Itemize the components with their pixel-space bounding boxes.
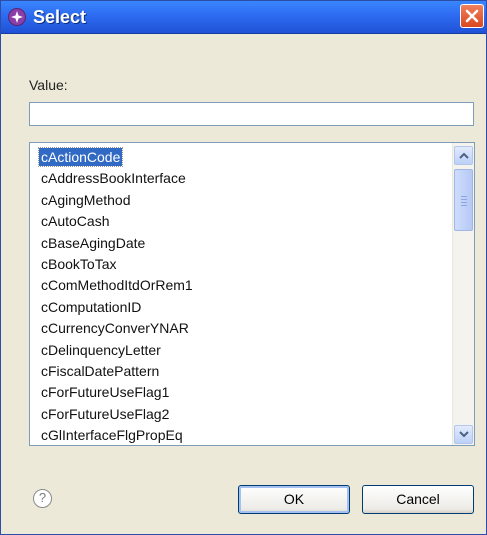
list-item[interactable]: cBaseAgingDate [30,233,453,254]
help-icon[interactable]: ? [33,489,52,508]
chevron-down-icon [459,431,469,438]
list-item-label: cComputationID [41,298,142,315]
list-item[interactable]: cAddressBookInterface [30,168,453,189]
list-item-label: cAutoCash [41,213,110,230]
close-button[interactable] [460,4,484,28]
list-item[interactable]: cForFutureUseFlag2 [30,404,453,425]
window-title: Select [33,7,87,27]
scroll-thumb[interactable] [454,169,473,231]
list-item-label: cAddressBookInterface [41,170,186,187]
list-item-label: cBaseAgingDate [41,234,146,251]
list-item[interactable]: cComMethodItdOrRem1 [30,275,453,296]
select-dialog: Select Value: cActionCode cAddressBookInt… [0,0,487,535]
list-item[interactable]: cForFutureUseFlag1 [30,382,453,403]
vertical-scrollbar[interactable] [452,143,474,445]
options-listbox[interactable]: cActionCode cAddressBookInterface cAgingMe… [29,142,475,446]
list-item-label: cFiscalDatePattern [41,362,160,379]
close-icon [465,9,479,23]
value-label: Value: [29,77,68,93]
scroll-down-button[interactable] [454,425,473,444]
ok-button[interactable]: OK [238,485,350,514]
chevron-up-icon [459,152,469,159]
list-item[interactable]: cBookToTax [30,254,453,275]
list-item[interactable]: cAutoCash [30,211,453,232]
value-input[interactable] [29,102,474,126]
list-item-label: cBookToTax [41,255,117,272]
app-icon [8,8,26,26]
list-item-label: cComMethodItdOrRem1 [41,277,193,294]
list-item[interactable]: cAgingMethod [30,190,453,211]
list-item[interactable]: cDelinquencyLetter [30,340,453,361]
list-item-label: cGlInterfaceFlgPropEq [41,427,183,444]
list-item-label: cActionCode [37,147,124,167]
list-item-label: cCurrencyConverYNAR [41,320,189,337]
list-item-label: cAgingMethod [41,191,131,208]
list-item[interactable]: cFiscalDatePattern [30,361,453,382]
list-item-label: cDelinquencyLetter [41,341,161,358]
list-item[interactable]: cActionCode [30,147,453,168]
list-item[interactable]: cComputationID [30,297,453,318]
options-list[interactable]: cActionCode cAddressBookInterface cAgingMe… [30,143,453,445]
cancel-button[interactable]: Cancel [362,485,474,514]
title-bar[interactable]: Select [1,1,486,34]
list-item[interactable]: cCurrencyConverYNAR [30,318,453,339]
list-item-label: cForFutureUseFlag1 [41,384,170,401]
scroll-up-button[interactable] [454,146,473,165]
list-item[interactable]: cGlInterfaceFlgPropEq [30,425,453,445]
list-item-label: cForFutureUseFlag2 [41,405,170,422]
